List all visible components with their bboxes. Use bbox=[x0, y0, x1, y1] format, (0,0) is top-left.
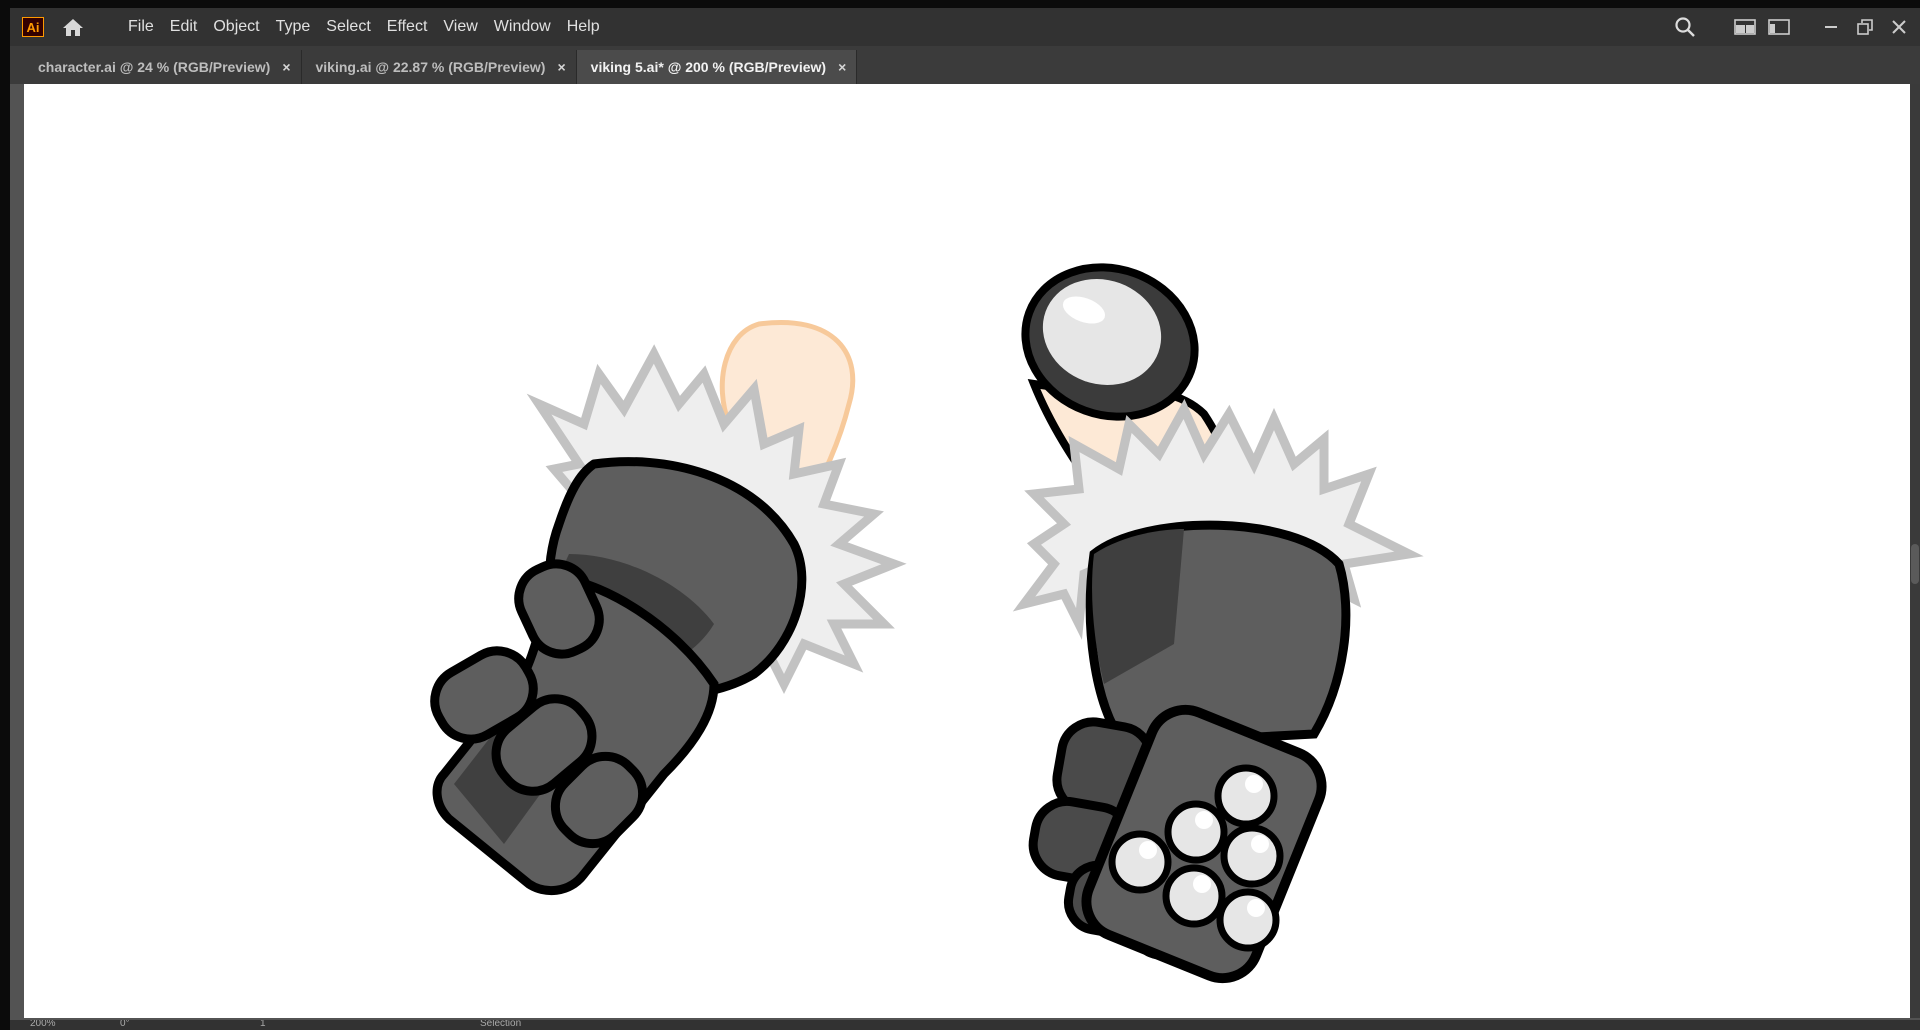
close-icon[interactable] bbox=[1882, 10, 1916, 44]
artboard[interactable] bbox=[24, 84, 1910, 1018]
main-menu: File Edit Object Type Select Effect View… bbox=[120, 18, 608, 36]
window-controls bbox=[1668, 8, 1920, 46]
vertical-scrollbar[interactable] bbox=[1910, 84, 1920, 1018]
menu-object[interactable]: Object bbox=[205, 18, 267, 36]
tab-label: viking.ai @ 22.87 % (RGB/Preview) bbox=[315, 59, 546, 75]
tab-close-icon[interactable]: × bbox=[557, 59, 565, 75]
tab-label: character.ai @ 24 % (RGB/Preview) bbox=[38, 59, 271, 75]
menu-effect[interactable]: Effect bbox=[379, 18, 436, 36]
tab-viking-5[interactable]: viking 5.ai* @ 200 % (RGB/Preview) × bbox=[576, 50, 858, 84]
menubar: Ai File Edit Object Type Select Effect V… bbox=[10, 8, 1920, 46]
zoom-field[interactable]: 200% bbox=[30, 1020, 56, 1029]
menu-type[interactable]: Type bbox=[268, 18, 319, 36]
menu-edit[interactable]: Edit bbox=[162, 18, 206, 36]
restore-icon[interactable] bbox=[1848, 10, 1882, 44]
menu-window[interactable]: Window bbox=[486, 18, 559, 36]
tab-viking[interactable]: viking.ai @ 22.87 % (RGB/Preview) × bbox=[301, 50, 577, 84]
tab-label: viking 5.ai* @ 200 % (RGB/Preview) bbox=[590, 59, 827, 75]
artboard-number[interactable]: 1 bbox=[260, 1020, 266, 1029]
left-glove[interactable] bbox=[423, 320, 907, 896]
tab-character[interactable]: character.ai @ 24 % (RGB/Preview) × bbox=[24, 50, 302, 84]
status-bar: 200% 0° 1 Selection bbox=[10, 1020, 1920, 1030]
menu-help[interactable]: Help bbox=[559, 18, 608, 36]
tab-close-icon[interactable]: × bbox=[838, 59, 846, 75]
arrange-documents-icon[interactable] bbox=[1728, 10, 1762, 44]
scrollbar-thumb[interactable] bbox=[1911, 544, 1919, 584]
menu-select[interactable]: Select bbox=[318, 18, 378, 36]
menu-view[interactable]: View bbox=[435, 18, 485, 36]
canvas-area[interactable] bbox=[10, 84, 1920, 1020]
tab-close-icon[interactable]: × bbox=[282, 59, 290, 75]
menu-file[interactable]: File bbox=[120, 18, 162, 36]
app-logo: Ai bbox=[22, 17, 44, 37]
right-glove[interactable] bbox=[1004, 244, 1424, 989]
search-icon[interactable] bbox=[1668, 10, 1702, 44]
current-tool: Selection bbox=[480, 1020, 522, 1029]
workspace-icon[interactable] bbox=[1762, 10, 1796, 44]
document-tab-bar: character.ai @ 24 % (RGB/Preview) × viki… bbox=[10, 46, 1920, 84]
minimize-icon[interactable] bbox=[1814, 10, 1848, 44]
artwork[interactable] bbox=[24, 84, 1910, 1018]
rotation-field[interactable]: 0° bbox=[120, 1020, 130, 1029]
home-icon[interactable] bbox=[60, 14, 86, 40]
